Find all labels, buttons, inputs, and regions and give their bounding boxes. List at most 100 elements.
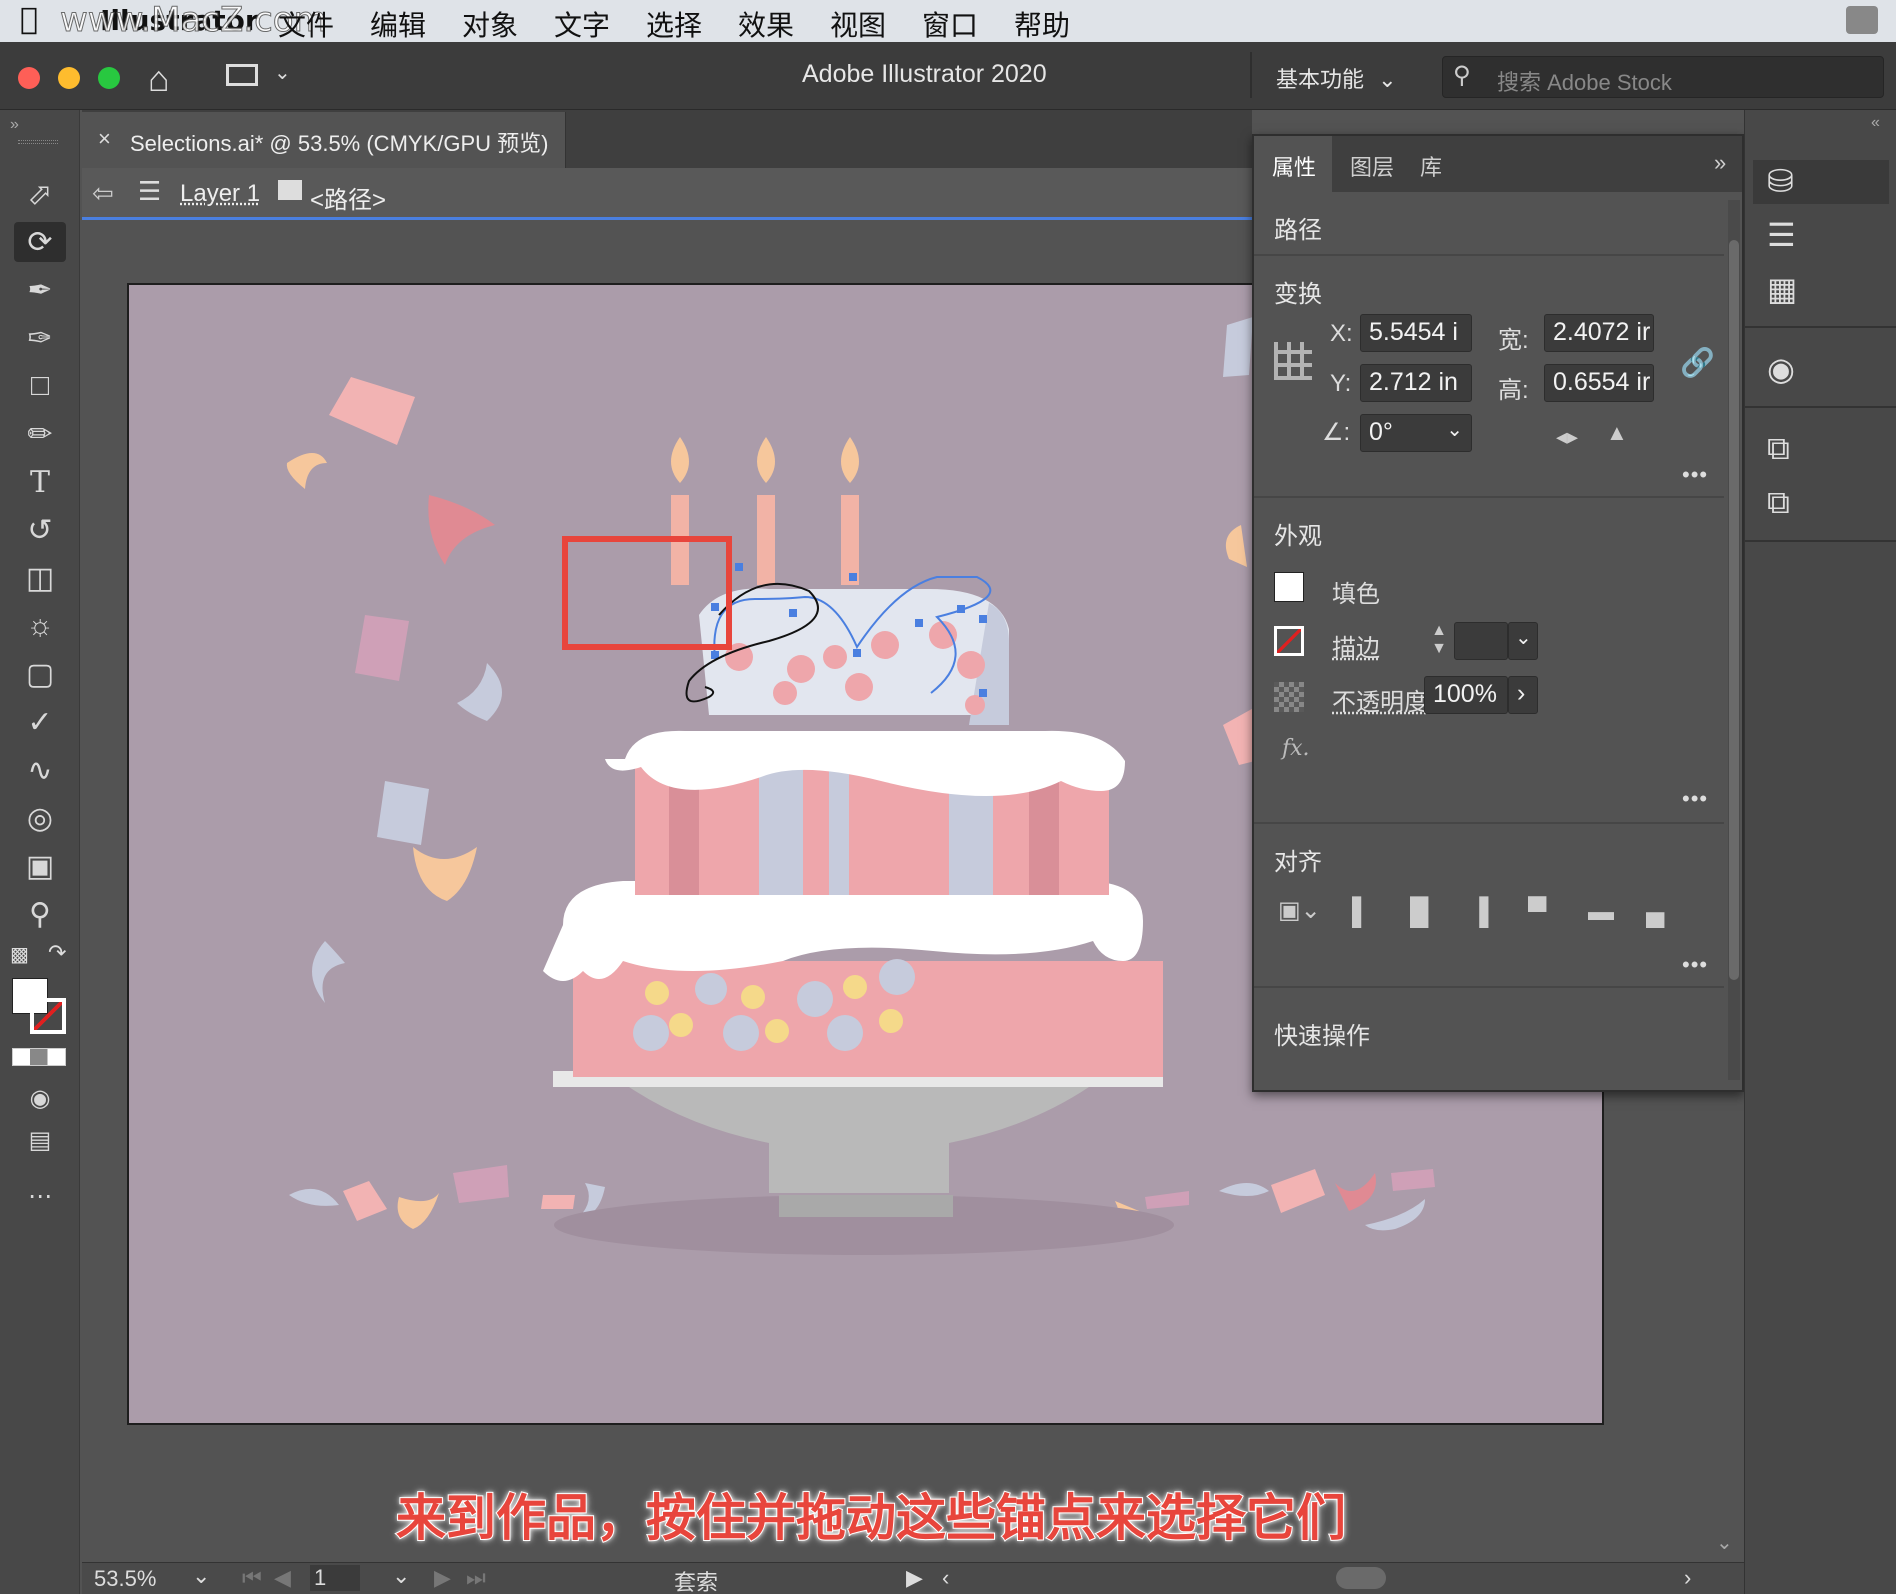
stroke-swatch[interactable]	[30, 998, 66, 1034]
menu-window[interactable]: 窗口	[922, 4, 978, 44]
tab-layers[interactable]: 图层	[1350, 150, 1394, 182]
eyedropper-tool-icon[interactable]: ✓	[14, 702, 66, 742]
more-options-icon[interactable]: •••	[1682, 462, 1708, 488]
shape-builder-tool-icon[interactable]: ◎	[14, 798, 66, 838]
align-top-icon[interactable]: ▀	[1528, 896, 1546, 927]
next-artboard-icon[interactable]: ▶	[434, 1565, 451, 1591]
status-menu-icon[interactable]: ▶	[906, 1565, 923, 1591]
zoom-dropdown-icon[interactable]: ⌄	[192, 1563, 210, 1589]
warp-tool-icon[interactable]: ☼	[14, 606, 66, 646]
zoom-window-button[interactable]	[98, 67, 120, 89]
color-mode-icon[interactable]	[12, 1048, 66, 1066]
horizontal-scrollbar-thumb[interactable]	[1336, 1567, 1386, 1589]
previous-artboard-icon[interactable]: ◀	[274, 1565, 291, 1591]
stroke-weight-dropdown[interactable]: ⌄	[1508, 622, 1538, 660]
fill-label[interactable]: 填色	[1332, 574, 1380, 609]
scroll-right-icon[interactable]: ›	[1684, 1565, 1691, 1591]
stock-search-input[interactable]: ⚲ 搜索 Adobe Stock	[1442, 56, 1884, 98]
align-to-dropdown-icon[interactable]: ▣⌄	[1278, 896, 1321, 925]
close-tab-icon[interactable]: ×	[98, 126, 111, 152]
align-left-icon[interactable]: ▌	[1352, 896, 1370, 927]
menu-object[interactable]: 对象	[462, 4, 518, 44]
type-tool-icon[interactable]: T	[14, 462, 66, 502]
align-bottom-icon[interactable]: ▄	[1646, 896, 1664, 927]
menu-type[interactable]: 文字	[554, 4, 610, 44]
gradient-tool-icon[interactable]: ▢	[14, 654, 66, 694]
selection-tool-icon[interactable]: ⬀	[14, 174, 66, 214]
artboard-tool-icon[interactable]: ▣	[14, 846, 66, 886]
libraries-panel-icon[interactable]: ▦	[1767, 270, 1797, 308]
toolbar-grip[interactable]	[18, 140, 58, 144]
stroke-weight-field[interactable]	[1454, 622, 1508, 660]
stroke-weight-stepper[interactable]: ▲ ▼	[1426, 622, 1452, 660]
tab-properties[interactable]: 属性	[1272, 150, 1316, 182]
stroke-swatch[interactable]	[1274, 626, 1304, 656]
zoom-level[interactable]: 53.5%	[94, 1566, 156, 1592]
first-artboard-icon[interactable]: ⏮	[242, 1565, 262, 1591]
opacity-field[interactable]: 100%	[1424, 676, 1508, 714]
scroll-down-icon[interactable]: ⌄	[1716, 1530, 1733, 1555]
align-vertical-center-icon[interactable]: ▬	[1588, 896, 1614, 927]
flip-vertical-icon[interactable]: ▲	[1606, 420, 1628, 446]
export-panel-icon[interactable]: ⧉	[1767, 484, 1790, 522]
close-window-button[interactable]	[18, 67, 40, 89]
more-tools-icon[interactable]: ⋯	[14, 1176, 66, 1216]
screen-mode-icon[interactable]: ▤	[14, 1120, 66, 1160]
pen-tool-icon[interactable]: ✒	[14, 270, 66, 310]
menu-help[interactable]: 帮助	[1014, 4, 1070, 44]
opacity-label[interactable]: 不透明度	[1332, 682, 1428, 717]
color-panel-icon[interactable]: ◉	[1767, 350, 1795, 388]
expand-panel-icon[interactable]: »	[10, 116, 19, 134]
align-horizontal-center-icon[interactable]: █	[1410, 896, 1428, 927]
breadcrumb-layer[interactable]: Layer 1	[180, 180, 260, 208]
artboard-number[interactable]: 1	[310, 1565, 360, 1591]
artboard-dropdown-icon[interactable]: ⌄	[392, 1563, 410, 1589]
swap-colors-icon[interactable]: ↷	[48, 940, 66, 966]
chevron-down-icon[interactable]: ⌄	[274, 60, 291, 85]
x-field[interactable]: 5.5454 i	[1360, 314, 1472, 352]
flip-horizontal-icon[interactable]: ◂▸	[1556, 424, 1578, 450]
reference-point-icon[interactable]	[1274, 342, 1312, 380]
fx-button[interactable]: fx.	[1282, 736, 1310, 761]
align-right-icon[interactable]: ▐	[1470, 896, 1488, 927]
stroke-label[interactable]: 描边	[1332, 628, 1380, 663]
constrain-proportions-icon[interactable]: 🔗	[1680, 346, 1715, 379]
height-field[interactable]: 0.6554 ir	[1544, 364, 1654, 402]
back-arrow-icon[interactable]: ⇦	[92, 178, 114, 209]
lasso-tool-icon[interactable]: ⟳	[14, 222, 66, 262]
panel-menu-icon[interactable]: »	[1714, 150, 1726, 176]
fill-swatch[interactable]	[1274, 572, 1304, 602]
properties-panel-icon[interactable]: ⛁	[1767, 162, 1794, 200]
angle-field[interactable]: 0° ⌄	[1360, 414, 1472, 452]
minimize-window-button[interactable]	[58, 67, 80, 89]
rotate-tool-icon[interactable]: ↺	[14, 510, 66, 550]
eraser-tool-icon[interactable]: ◫	[14, 558, 66, 598]
y-field[interactable]: 2.712 in	[1360, 364, 1472, 402]
more-options-icon[interactable]: •••	[1682, 786, 1708, 812]
panel-scrollbar-thumb[interactable]	[1729, 240, 1739, 980]
curvature-tool-icon[interactable]: ✑	[14, 318, 66, 358]
scroll-left-icon[interactable]: ‹	[942, 1565, 949, 1591]
default-colors-icon[interactable]: ▩	[10, 942, 29, 967]
home-icon[interactable]: ⌂	[148, 58, 170, 100]
layers-panel-icon[interactable]: ☰	[1767, 216, 1796, 254]
zoom-tool-icon[interactable]: ⚲	[14, 894, 66, 934]
opacity-arrow-icon[interactable]: ›	[1508, 676, 1538, 714]
tab-libraries[interactable]: 库	[1420, 150, 1442, 182]
drawing-mode-icon[interactable]: ◉	[14, 1078, 66, 1118]
blend-tool-icon[interactable]: ∿	[14, 750, 66, 790]
more-options-icon[interactable]: •••	[1682, 952, 1708, 978]
collapse-dock-icon[interactable]: «	[1871, 114, 1880, 132]
transform-panel-icon[interactable]: ⧉	[1767, 430, 1790, 468]
workspace-switcher[interactable]: 基本功能 ⌄	[1276, 62, 1397, 94]
menu-view[interactable]: 视图	[830, 4, 886, 44]
menu-select[interactable]: 选择	[646, 4, 702, 44]
menu-extra-icon[interactable]	[1846, 6, 1878, 34]
menu-effect[interactable]: 效果	[738, 4, 794, 44]
workspace-layout-icon[interactable]	[226, 64, 258, 86]
last-artboard-icon[interactable]: ⏭	[466, 1565, 486, 1591]
menu-file[interactable]: 文件	[278, 4, 334, 44]
panel-scrollbar[interactable]	[1728, 200, 1740, 1080]
paintbrush-tool-icon[interactable]: ✏	[14, 414, 66, 454]
width-field[interactable]: 2.4072 ir	[1544, 314, 1654, 352]
